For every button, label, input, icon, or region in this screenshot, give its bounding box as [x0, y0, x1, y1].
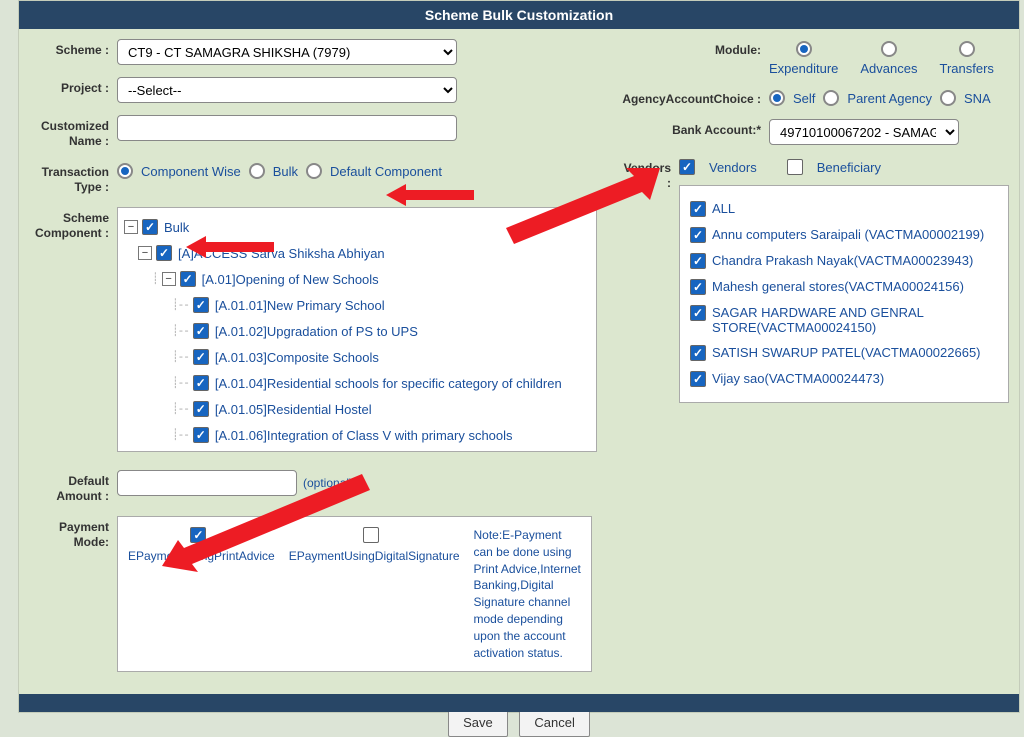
payment-note: Note:E-Payment can be done using Print A…	[474, 527, 582, 661]
agency-radio-self[interactable]	[769, 90, 785, 106]
scheme-label: Scheme :	[27, 39, 117, 58]
vendor-item[interactable]: SATISH SWARUP PATEL(VACTMA00022665)	[712, 345, 981, 360]
vendor-item[interactable]: SAGAR HARDWARE AND GENRAL STORE(VACTMA00…	[712, 305, 996, 335]
tree-check[interactable]	[193, 349, 209, 365]
default-amount-input[interactable]	[117, 470, 297, 496]
vendor-check[interactable]	[690, 279, 706, 295]
beneficiary-checkbox[interactable]	[787, 159, 803, 175]
tree-check[interactable]	[156, 245, 172, 261]
tree-check[interactable]	[180, 271, 196, 287]
beneficiary-chk-label: Beneficiary	[817, 160, 881, 175]
tree-node[interactable]: [A.01.05]Residential Hostel	[215, 402, 372, 417]
custom-name-label: Customized Name :	[27, 115, 117, 149]
tree-node[interactable]: [A.01.03]Composite Schools	[215, 350, 379, 365]
payment-mode-label: Payment Mode:	[27, 516, 117, 550]
tree-branch-icon: ┊--	[172, 350, 189, 364]
project-label: Project :	[27, 77, 117, 96]
paymode-print-checkbox[interactable]	[190, 527, 206, 543]
vendor-item[interactable]: Annu computers Saraipali (VACTMA00002199…	[712, 227, 984, 242]
tree-node[interactable]: [A.01.01]New Primary School	[215, 298, 385, 313]
tree-collapse-icon[interactable]: −	[162, 272, 176, 286]
scheme-select[interactable]: CT9 - CT SAMAGRA SHIKSHA (7979)	[117, 39, 457, 65]
bank-account-select[interactable]: 49710100067202 - SAMAG	[769, 119, 959, 145]
tree-node[interactable]: [A]ACCESS Sarva Shiksha Abhiyan	[178, 246, 385, 261]
module-radio-advances[interactable]	[881, 41, 897, 57]
scheme-component-label: Scheme Component :	[27, 207, 117, 241]
tree-collapse-icon[interactable]: −	[138, 246, 152, 260]
vendor-item[interactable]: Chandra Prakash Nayak(VACTMA00023943)	[712, 253, 973, 268]
module-exp-label: Expenditure	[769, 61, 838, 76]
txn-component-label: Component Wise	[141, 164, 241, 179]
window-title: Scheme Bulk Customization	[19, 1, 1019, 29]
vendor-check-all[interactable]	[690, 201, 706, 217]
vendor-list-panel: ALL Annu computers Saraipali (VACTMA0000…	[679, 185, 1009, 403]
txn-bulk-label: Bulk	[273, 164, 298, 179]
tree-check-bulk[interactable]	[142, 219, 158, 235]
txn-type-label: Transaction Type :	[27, 161, 117, 195]
txn-radio-default[interactable]	[306, 163, 322, 179]
optional-hint: (optional)	[303, 476, 353, 490]
vendor-check[interactable]	[690, 345, 706, 361]
custom-name-input[interactable]	[117, 115, 457, 141]
agency-self-label: Self	[793, 91, 815, 106]
tree-branch-icon: ┊--	[172, 376, 189, 390]
txn-radio-bulk[interactable]	[249, 163, 265, 179]
tree-node[interactable]: [A.01]Opening of New Schools	[202, 272, 379, 287]
project-select[interactable]: --Select--	[117, 77, 457, 103]
tree-check[interactable]	[193, 297, 209, 313]
module-radio-expenditure[interactable]	[796, 41, 812, 57]
tree-branch-icon: ┊--	[172, 428, 189, 442]
agency-radio-parent[interactable]	[823, 90, 839, 106]
vendor-check[interactable]	[690, 305, 706, 321]
footer-bar	[19, 694, 1019, 712]
module-radio-transfers[interactable]	[959, 41, 975, 57]
default-amount-label: Default Amount :	[27, 470, 117, 504]
vendors-label: Vendors :	[619, 157, 679, 191]
agency-label: AgencyAccountChoice :	[619, 88, 769, 107]
vendor-check[interactable]	[690, 253, 706, 269]
component-tree[interactable]: − Bulk − [A]ACCESS Sarva Shiksha Abhiyan…	[117, 207, 597, 452]
tree-branch-icon: ┊--	[172, 298, 189, 312]
tree-node[interactable]: [A.01.02]Upgradation of PS to UPS	[215, 324, 418, 339]
vendor-check[interactable]	[690, 227, 706, 243]
agency-radio-sna[interactable]	[940, 90, 956, 106]
tree-branch-icon: ┊--	[172, 324, 189, 338]
module-label: Module:	[619, 39, 769, 58]
module-tra-label: Transfers	[939, 61, 993, 76]
paymode-digital-label: EPaymentUsingDigitalSignature	[289, 549, 460, 563]
vendors-chk-label: Vendors	[709, 160, 757, 175]
agency-sna-label: SNA	[964, 91, 991, 106]
tree-check[interactable]	[193, 401, 209, 417]
payment-mode-panel: EPaymentUsingPrintAdvice EPaymentUsingDi…	[117, 516, 592, 672]
tree-branch-icon: ┊--	[172, 402, 189, 416]
tree-collapse-icon[interactable]: −	[124, 220, 138, 234]
paymode-digital-checkbox[interactable]	[363, 527, 379, 543]
vendor-item[interactable]: Mahesh general stores(VACTMA00024156)	[712, 279, 964, 294]
agency-parent-label: Parent Agency	[847, 91, 932, 106]
vendor-check[interactable]	[690, 371, 706, 387]
vendor-item[interactable]: Vijay sao(VACTMA00024473)	[712, 371, 884, 386]
tree-check[interactable]	[193, 375, 209, 391]
tree-check[interactable]	[193, 323, 209, 339]
vendors-checkbox[interactable]	[679, 159, 695, 175]
bank-label: Bank Account:*	[619, 119, 769, 138]
txn-default-label: Default Component	[330, 164, 442, 179]
tree-node[interactable]: Bulk	[164, 220, 189, 235]
txn-radio-component[interactable]	[117, 163, 133, 179]
vendor-all[interactable]: ALL	[712, 201, 735, 216]
tree-node[interactable]: [A.01.06]Integration of Class V with pri…	[215, 428, 513, 443]
module-adv-label: Advances	[860, 61, 917, 76]
tree-branch-icon: ┊	[152, 272, 158, 286]
tree-node[interactable]: [A.01.04]Residential schools for specifi…	[215, 376, 562, 391]
paymode-print-label: EPaymentUsingPrintAdvice	[128, 549, 275, 563]
tree-check[interactable]	[193, 427, 209, 443]
